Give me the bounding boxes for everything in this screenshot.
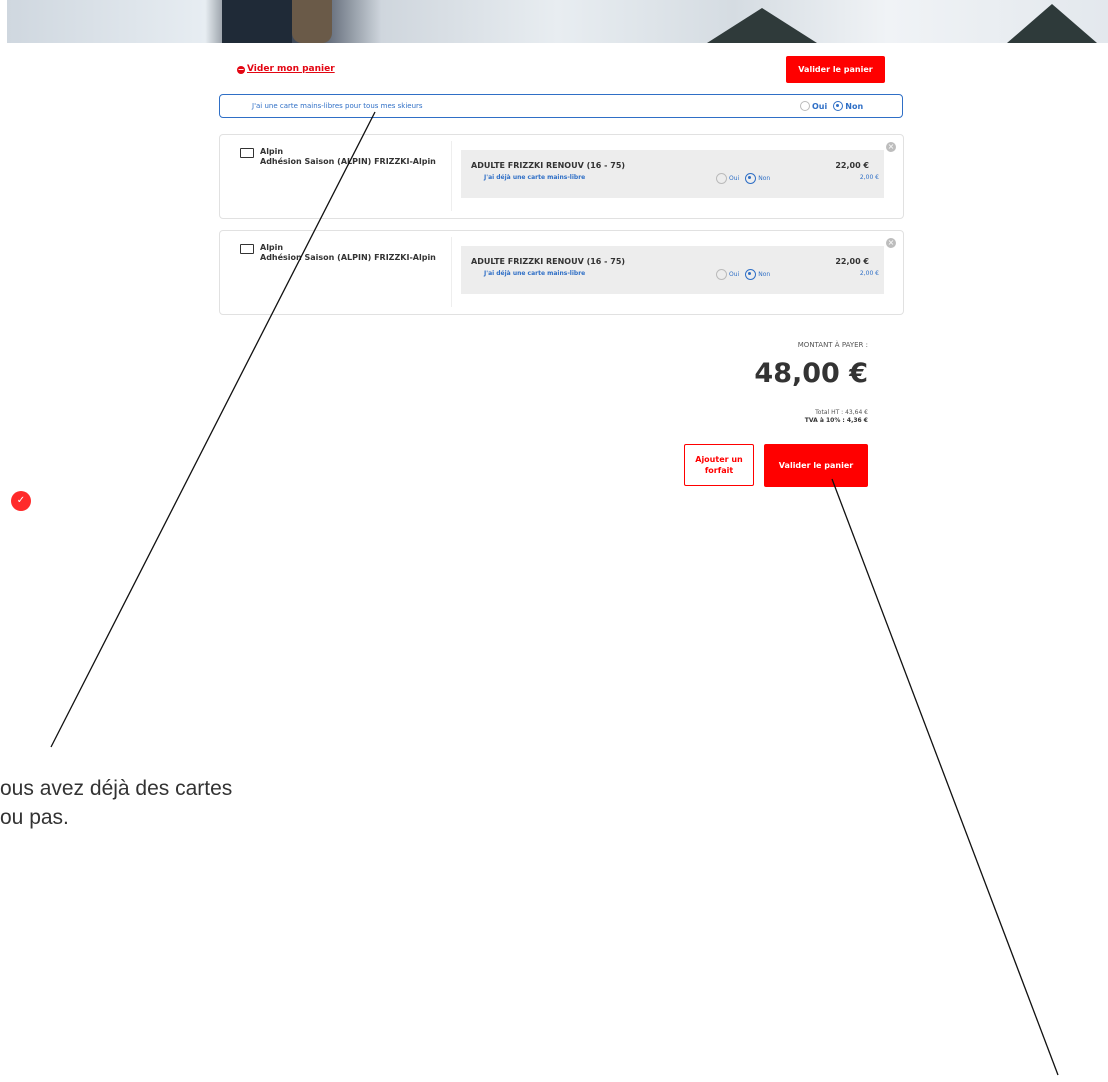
pointer-line-question bbox=[50, 111, 376, 748]
annotation-lines bbox=[50, 111, 1059, 1076]
pointer-line-validate bbox=[831, 478, 1059, 1076]
